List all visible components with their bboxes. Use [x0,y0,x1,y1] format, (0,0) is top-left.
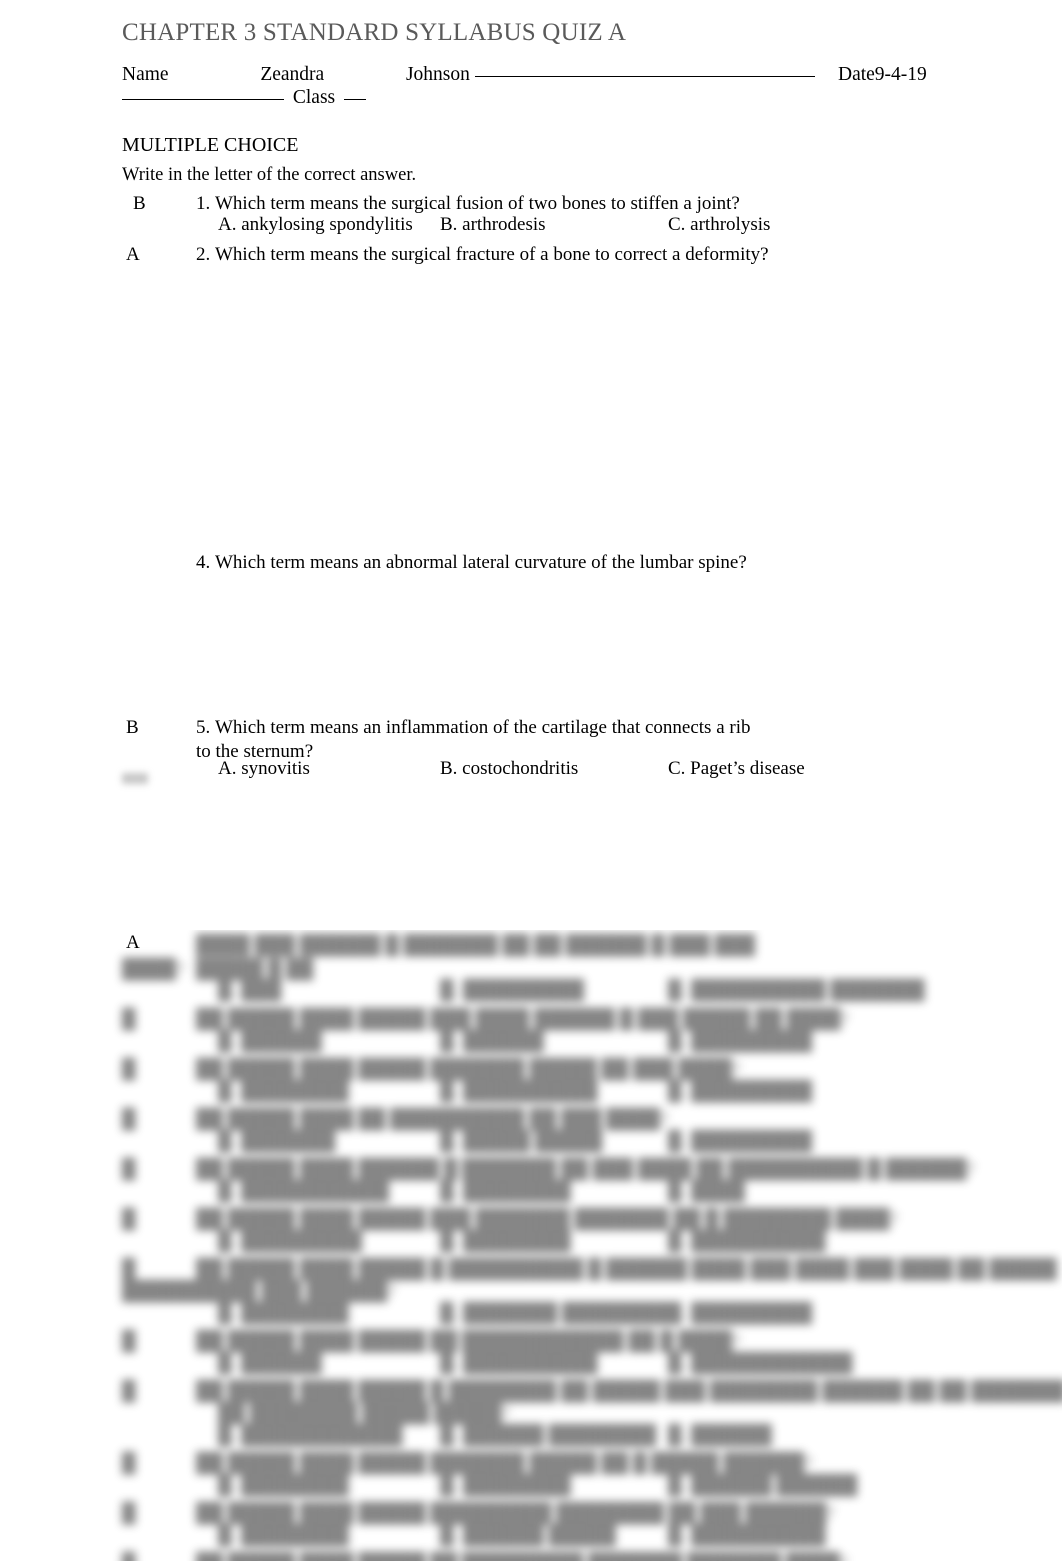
redacted-option-c-2[interactable]: █. █████████ [668,1080,812,1104]
redacted-option-a-7[interactable]: █. ██████ [218,1352,322,1376]
redacted-question-2: ██ █████ ████ █████ ███████ █████ ██ ███… [196,1059,741,1080]
answer-letter-q1: B [133,193,146,214]
redacted-letter-6: █ [122,1259,136,1280]
redacted-option-a-10[interactable]: █. ████████ [218,1524,349,1548]
redacted-option-b-4[interactable]: █. ████████ [440,1180,571,1204]
answer-letter-q5: B [126,717,139,738]
redacted-option-c-5[interactable]: █. ██████████ [668,1230,826,1254]
name-label: Name [122,64,169,85]
redacted-question-8: ██ █████ ████ █████ █ ████████ ██ █████ … [196,1381,1062,1402]
redacted-option-b-1[interactable]: █. ██████ [440,1030,544,1054]
name-date-row: Name Zeandra Johnson Date9-4-19 [122,62,942,87]
redacted-question-6: ██ █████ ████ █████ █ ██████████ █ █████… [196,1259,1057,1280]
redacted-option-a-4[interactable]: █. ███████████ [218,1180,389,1204]
redacted-option-c-1[interactable]: █. █████████ [668,1030,812,1054]
question-number-q4: 4. [196,552,211,573]
redacted-question-1: ██ █████ ████ █████ ███ ████ ██████ █ ██… [196,1009,849,1030]
redacted-letter-1: █ [122,1009,136,1030]
redacted-question-0-line1: ████ ███ ██████ █ ███████ ██ ██ ██████ █… [196,935,756,980]
redacted-option-b-5[interactable]: █. ████████ [440,1230,571,1254]
name-fill-rule [474,76,815,77]
class-label: Class [292,87,336,108]
option-a-q1[interactable]: A. ankylosing spondylitis [218,213,413,237]
option-c-q5[interactable]: C. Paget’s disease [668,757,805,781]
page-title: CHAPTER 3 STANDARD SYLLABUS QUIZ A [122,19,627,46]
redacted-question-0: ████ ███ ██████ █ ███████ ██ ██ ██████ █… [196,934,786,982]
redacted-question-8-line2: ██ ████████ █████ █████? [218,1403,510,1424]
redacted-letter-5: █ [122,1209,136,1230]
redacted-question-9: ██ █████ ████ █████ ███████ █████ ██ █ █… [196,1453,813,1474]
redacted-letter-8: █ [122,1381,136,1402]
redacted-option-b-0[interactable]: █. █████████ [440,979,584,1003]
redacted-option-a-0[interactable]: █. ███ [218,979,281,1003]
redacted-option-b-3[interactable]: █. █████ █████ [440,1130,602,1154]
redacted-option-c-9[interactable]: █. ██████ ██████ [668,1474,857,1498]
redacted-option-a-6[interactable]: █. ████████ [218,1302,349,1326]
redacted-question-11: ██ █████ ████ █████ ██ █████████ ███████… [196,1552,848,1561]
redacted-option-c-3[interactable]: █. █████████ [668,1130,812,1154]
redacted-question-4: ██ █████ ████ ██████ █ ███████ ██ ███ ██… [196,1159,975,1180]
redacted-letter-11: █ [122,1552,135,1561]
redacted-letter-9: █ [122,1453,136,1474]
date-field: Date9-4-19 [838,64,927,85]
question-number-q1: 1. [196,193,211,214]
question-text-q4: 4. Which term means an abnormal lateral … [196,551,747,575]
redacted-option-c-8[interactable]: █. ██████ [668,1424,772,1448]
redacted-option-c-7[interactable]: █. ████████████ [668,1352,853,1376]
answer-letter-q2: A [126,244,140,265]
redacted-option-a-9[interactable]: █. ████████ [218,1474,349,1498]
redacted-option-a-1[interactable]: █. ██████ [218,1030,322,1054]
question-text-q2: 2. Which term means the surgical fractur… [196,243,769,267]
section-heading-multiple-choice: MULTIPLE CHOICE [122,134,299,156]
redacted-option-a-3[interactable]: █. ███████ [218,1130,335,1154]
redacted-option-c-10[interactable]: █. ██████████ [668,1524,826,1548]
question-number-q5: 5. [196,717,211,738]
class-lead-rule [122,99,284,100]
redacted-option-b-2[interactable]: █. ██████████ [440,1080,598,1104]
student-last-name: Johnson [405,64,470,85]
class-row: Class [122,85,367,110]
redacted-option-a-2[interactable]: █. ████████ [218,1080,349,1104]
redacted-letter-2: █ [122,1059,136,1080]
redacted-option-b-6[interactable]: █. ███████ ████████ [440,1302,670,1326]
question-number-q2: 2. [196,244,211,265]
redacted-question-6-line2: ██████████ ███ ██████? [122,1281,396,1302]
redacted-option-b-9[interactable]: █. ████████ [440,1474,571,1498]
redacted-question-3: ██ █████ ████ ██ ██████████ ██ ███ ████? [196,1109,669,1130]
redacted-questions-region: ████ ███ ██████ █ ███████ ██ ██ ██████ █… [0,930,1062,1561]
question-body-q2: Which term means the surgical fracture o… [215,244,769,265]
redacted-option-c-0[interactable]: █. ██████████ ███████ [668,979,925,1003]
ink-smudge-mark [122,773,148,784]
answer-letter-redacted-visible: A [126,932,140,953]
redacted-option-b-8[interactable]: █. ██████ ████████ [440,1424,656,1448]
question-body-q5: Which term means an inflammation of the … [196,717,751,762]
redacted-letter-3: █ [122,1109,136,1130]
redacted-blur-layer: ████ ███ ██████ █ ███████ ██ ██ ██████ █… [0,930,1062,1561]
class-fill-rule [344,99,367,100]
redacted-option-b-7[interactable]: █. ██████████ [440,1352,598,1376]
redacted-option-a-5[interactable]: █. █████████ [218,1230,362,1254]
option-b-q1[interactable]: B. arthrodesis [440,213,546,237]
question-body-q4: Which term means an abnormal lateral cur… [215,552,747,573]
redacted-question-5: ██ █████ ████ █████ ███ ███████ ███████ … [196,1209,899,1230]
question-body-q1: Which term means the surgical fusion of … [215,193,740,214]
redacted-option-c-6[interactable]: █. █████████ [668,1302,812,1326]
redacted-option-c-4[interactable]: █. ████ [668,1180,745,1204]
section-instruction: Write in the letter of the correct answe… [122,165,417,185]
option-c-q1[interactable]: C. arthrolysis [668,213,770,237]
student-first-name: Zeandra [260,64,325,85]
redacted-question-10: ██ █████ ████ █████ █████████ ████████ █… [196,1503,835,1524]
redacted-letter-10: █ [122,1503,136,1524]
redacted-question-0-line2: ████? [122,959,185,980]
document-page: CHAPTER 3 STANDARD SYLLABUS QUIZ A Name … [0,0,1062,1561]
redacted-letter-4: █ [122,1159,136,1180]
redacted-option-a-8[interactable]: █. ████████████ [218,1424,403,1448]
redacted-letter-7: █ [122,1331,136,1352]
redacted-option-b-10[interactable]: █. ██████ █████ [440,1524,616,1548]
option-b-q5[interactable]: B. costochondritis [440,757,578,781]
option-a-q5[interactable]: A. synovitis [218,757,310,781]
redacted-question-7: ██ █████ ████ █████ ██ ████████████ ██ █… [196,1331,741,1352]
